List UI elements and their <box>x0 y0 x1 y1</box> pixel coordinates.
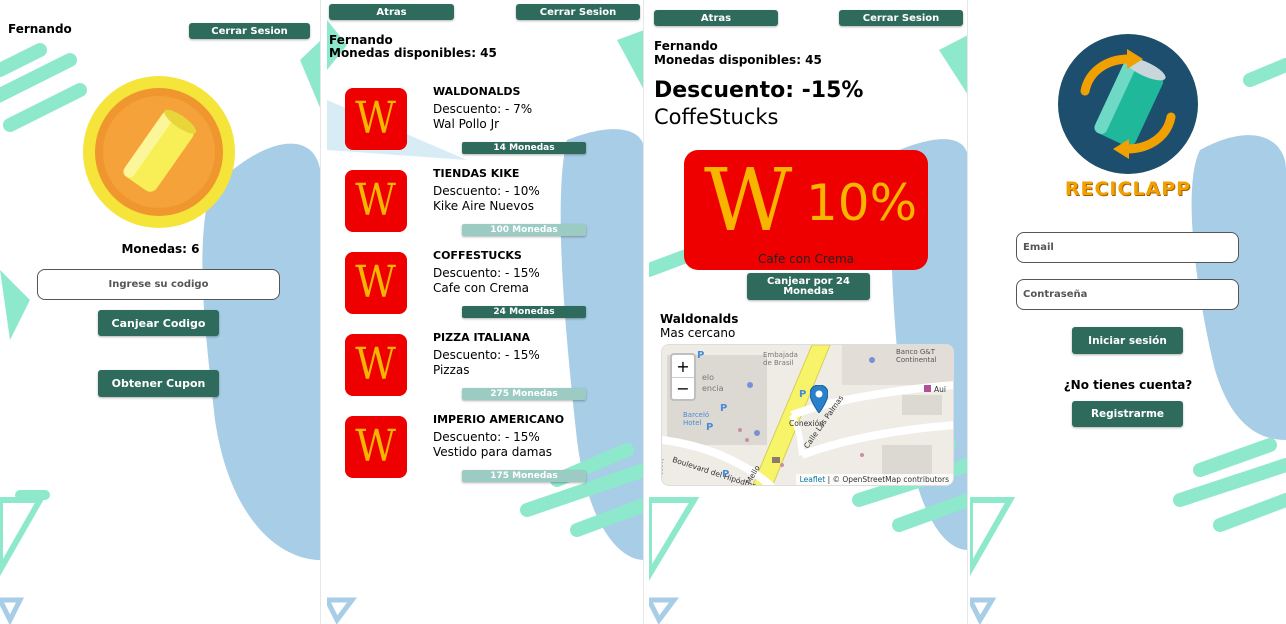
offer-item-name: Cafe con Crema <box>433 281 529 295</box>
offer-cost-button[interactable]: 100 Monedas <box>462 224 586 236</box>
parking-icon: P <box>697 350 705 361</box>
store-logo-icon: W <box>345 170 407 232</box>
map-label: Banco G&T Continental <box>896 348 937 364</box>
store-name: CoffeStucks <box>654 105 779 129</box>
screen-offers: Atras Cerrar Sesion Fernando Monedas dis… <box>327 0 644 624</box>
offer-discount: Descuento: - 7% <box>433 102 533 116</box>
map-label: lonas <box>661 459 664 475</box>
offer-store: IMPERIO AMERICANO <box>433 413 565 426</box>
code-input-placeholder: Ingrese su codigo <box>108 279 209 290</box>
logout-button[interactable]: Cerrar Sesion <box>516 4 640 20</box>
map-label: Aui <box>934 385 946 394</box>
app-name: RECICLAPP <box>1064 178 1192 200</box>
user-name: Fernando <box>329 33 393 47</box>
store-logo-icon: W <box>345 334 407 396</box>
store-logo-icon: W <box>345 416 407 478</box>
user-name: Fernando <box>654 39 718 53</box>
coins-available: Monedas disponibles: 45 <box>654 53 822 67</box>
leaflet-link[interactable]: Leaflet <box>800 475 826 484</box>
nearest-store: Waldonalds <box>660 312 739 326</box>
soda-can-coin-icon <box>82 75 236 229</box>
offer-discount: Descuento: - 10% <box>433 184 540 198</box>
no-account-text: ¿No tienes cuenta? <box>1063 378 1193 392</box>
redeem-code-button[interactable]: Canjear Codigo <box>98 310 219 336</box>
offer-discount: Descuento: - 15% <box>433 266 540 280</box>
map-marker-icon[interactable] <box>809 384 829 417</box>
back-button[interactable]: Atras <box>654 10 778 26</box>
offer-discount: Descuento: - 15% <box>433 430 540 444</box>
coins-count: Monedas: 6 <box>121 242 200 256</box>
parking-icon: P <box>706 422 714 433</box>
register-button[interactable]: Registrarme <box>1072 401 1183 427</box>
coupon-item: Cafe con Crema <box>758 252 854 266</box>
email-field[interactable]: Email <box>1016 232 1239 263</box>
offer-store: COFFESTUCKS <box>433 249 522 262</box>
recycle-can-icon <box>1057 33 1199 175</box>
offer-item-name: Wal Pollo Jr <box>433 117 500 131</box>
offer-item-name: Pizzas <box>433 363 470 377</box>
store-logo-icon: W <box>345 88 407 150</box>
map-zoom-control: + − <box>670 353 696 401</box>
screen-coupon-detail: Atras Cerrar Sesion Fernando Monedas dis… <box>649 0 968 624</box>
parking-icon: P <box>799 389 807 400</box>
offer-store: WALDONALDS <box>433 85 521 98</box>
code-input[interactable]: Ingrese su codigo <box>37 269 280 300</box>
coupon-percent: 10% <box>806 174 918 232</box>
map-label: Embajada de Brasil <box>763 351 798 367</box>
map-attribution: Leaflet | © OpenStreetMap contributors <box>795 474 953 485</box>
coins-available: Monedas disponibles: 45 <box>329 46 497 60</box>
logout-button[interactable]: Cerrar Sesion <box>189 23 310 39</box>
logout-button[interactable]: Cerrar Sesion <box>839 10 963 26</box>
coupon-card: W 10% Cafe con Crema <box>684 150 928 270</box>
map-label: encia <box>702 384 724 393</box>
redeem-button[interactable]: Canjear por 24 Monedas <box>747 273 870 300</box>
offer-item-name: Vestido para damas <box>433 445 553 459</box>
offer-cost-button[interactable]: 14 Monedas <box>462 142 586 154</box>
offer-item-name: Kike Aire Nuevos <box>433 199 534 213</box>
login-button[interactable]: Iniciar sesión <box>1072 327 1183 354</box>
offer-cost-button[interactable]: 24 Monedas <box>462 306 586 318</box>
screen-coins: Fernando Cerrar Sesion Monedas: 6 Ingres… <box>0 0 321 624</box>
zoom-in-button[interactable]: + <box>672 355 694 377</box>
parking-icon: P <box>722 469 730 480</box>
password-field[interactable]: Contraseña <box>1016 279 1239 310</box>
offer-store: TIENDAS KIKE <box>433 167 520 180</box>
attribution-text: | © OpenStreetMap contributors <box>827 475 949 484</box>
store-logo-icon: W <box>704 151 793 251</box>
password-placeholder: Contraseña <box>1023 289 1088 300</box>
map-view[interactable]: Embajada de Brasil Banco G&T Continental… <box>661 344 954 486</box>
zoom-out-button[interactable]: − <box>672 377 694 399</box>
offer-store: PIZZA ITALIANA <box>433 331 531 344</box>
map-label: elo <box>702 373 715 382</box>
offer-cost-button[interactable]: 275 Monedas <box>462 388 586 400</box>
screen-login: RECICLAPP Email Contraseña Iniciar sesió… <box>970 0 1286 624</box>
map-label: Barceló Hotel <box>683 411 710 427</box>
discount-title: Descuento: -15% <box>654 78 864 103</box>
back-button[interactable]: Atras <box>329 4 454 20</box>
offer-discount: Descuento: - 15% <box>433 348 540 362</box>
email-placeholder: Email <box>1023 242 1054 253</box>
get-coupon-button[interactable]: Obtener Cupon <box>98 370 219 397</box>
store-logo-icon: W <box>345 252 407 314</box>
offer-cost-button[interactable]: 175 Monedas <box>462 470 586 482</box>
parking-icon: P <box>720 403 728 414</box>
user-name: Fernando <box>8 22 72 36</box>
nearest-label: Mas cercano <box>660 326 736 340</box>
